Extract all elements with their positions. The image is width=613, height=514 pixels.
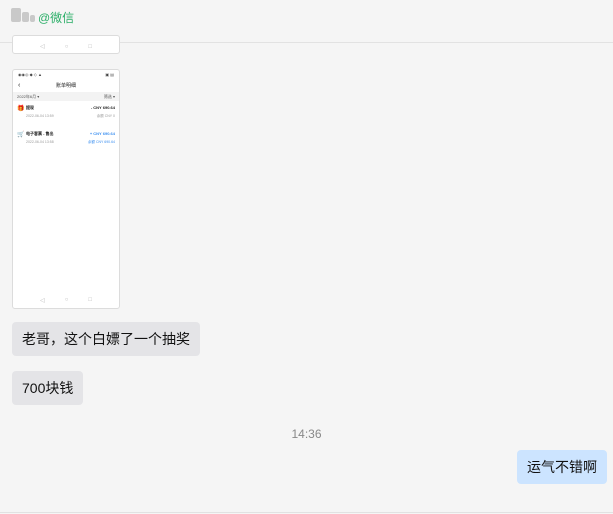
back-nav-icon: ◁: [40, 44, 45, 50]
message-bubble-incoming[interactable]: 700块钱: [12, 371, 84, 405]
transaction-row: 🛒 电子客票 - 售出 + CNY 690.64 2022-06-04 13:5…: [17, 131, 115, 144]
message-bubble-incoming[interactable]: 老哥，这个白嫖了一个抽奖: [12, 322, 200, 356]
partial-screenshot-image[interactable]: ◁ ○ □: [12, 35, 120, 54]
back-arrow-icon: ‹: [18, 82, 21, 89]
chat-title: @微信: [38, 11, 75, 25]
message-timestamp: 14:36: [291, 427, 322, 441]
blurred-avatar-icon: [11, 8, 35, 22]
input-divider: [0, 512, 613, 513]
nav-bar: ◁ ○ □: [13, 43, 119, 51]
gift-icon: 🎁: [17, 106, 25, 112]
month-filter-bar: 2022年6月 ▾ 筛选 ▾: [13, 92, 119, 101]
filter-label: 筛选 ▾: [103, 94, 115, 99]
home-nav-icon: ○: [64, 44, 69, 50]
phone-top-bar: ‹ 账单明细: [13, 80, 119, 92]
phone-page-title: 账单明细: [55, 83, 76, 89]
recent-nav-icon: □: [88, 44, 92, 50]
message-bubble-outgoing[interactable]: 运气不错啊: [517, 450, 607, 484]
home-nav-icon: ○: [64, 297, 69, 303]
month-label: 2022年6月 ▾: [17, 94, 40, 99]
screenshot-image[interactable]: ◉◉◎ ◆ ◇ ▲ ▣ ▤ ‹ 账单明细 2022年6月 ▾ 筛选 ▾ 🎁 提现…: [12, 69, 120, 309]
recent-nav-icon: □: [88, 297, 92, 303]
phone-nav-bar: ◁ ○ □: [13, 297, 119, 304]
phone-status-bar: ◉◉◎ ◆ ◇ ▲ ▣ ▤: [18, 72, 114, 77]
cart-icon: 🛒: [17, 132, 25, 138]
message-list[interactable]: ◁ ○ □ ◉◉◎ ◆ ◇ ▲ ▣ ▤ ‹ 账单明细 2022年6月 ▾ 筛选 …: [0, 35, 613, 513]
transaction-row: 🎁 提现 - CNY 690.64 2022-06-04 13:59 余额 CN…: [17, 105, 115, 118]
back-nav-icon: ◁: [40, 298, 45, 304]
